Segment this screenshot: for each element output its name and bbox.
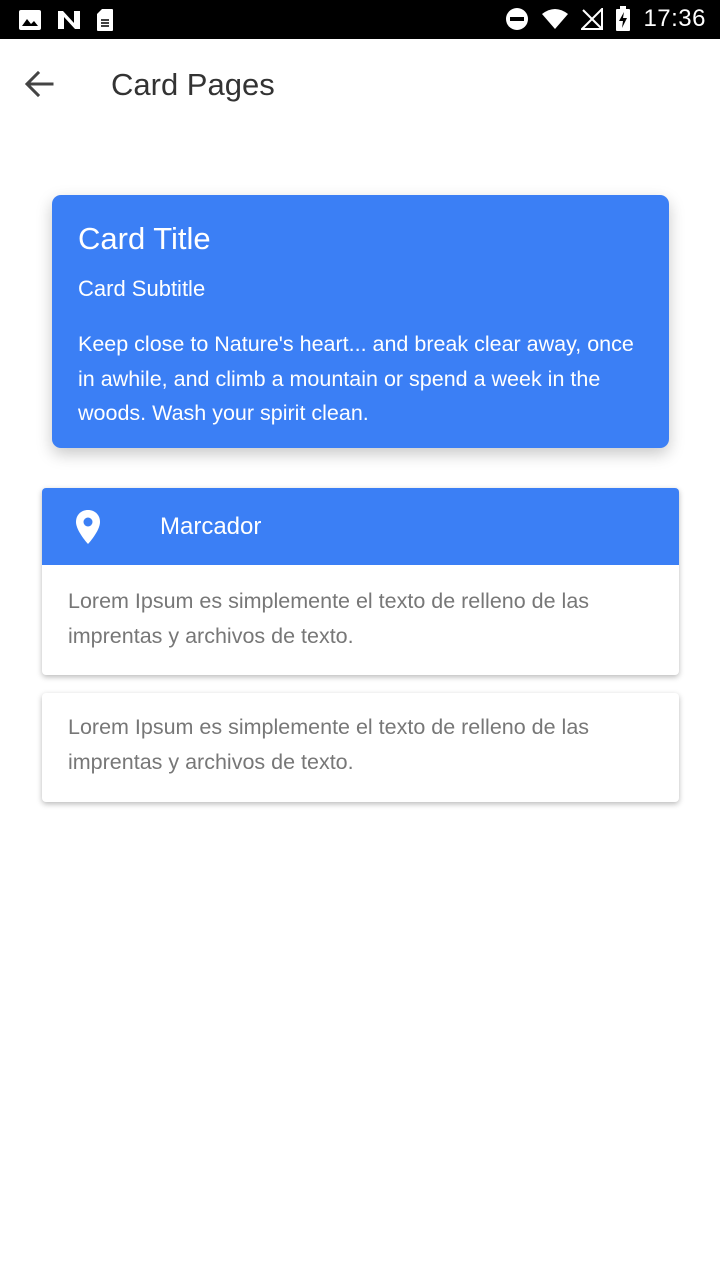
plain-card[interactable]: Lorem Ipsum es simplemente el texto de r… — [42, 693, 679, 802]
location-pin-icon — [76, 510, 100, 544]
card-title: Card Title — [78, 221, 211, 256]
wifi-icon — [542, 9, 569, 29]
n-logo-icon — [58, 11, 80, 29]
do-not-disturb-icon — [506, 8, 529, 30]
image-icon — [19, 10, 41, 30]
status-bar: 17:36 — [0, 0, 720, 39]
status-left-icons — [18, 8, 114, 32]
plain-card-text: Lorem Ipsum es simplemente el texto de r… — [68, 715, 590, 774]
back-button[interactable] — [14, 61, 64, 107]
battery-charging-icon — [616, 6, 631, 31]
card-title-card[interactable]: Card Title Card Subtitle Keep close to N… — [52, 195, 669, 448]
no-signal-icon — [581, 8, 604, 30]
arrow-back-icon — [24, 70, 54, 98]
status-time: 17:36 — [643, 5, 706, 32]
status-right-icons: 17:36 — [505, 5, 706, 32]
card-body-text: Keep close to Nature's heart... and brea… — [78, 332, 634, 425]
page-title: Card Pages — [111, 67, 275, 102]
card-subtitle: Card Subtitle — [78, 276, 206, 301]
sd-card-icon — [97, 9, 113, 31]
marker-card[interactable]: Marcador Lorem Ipsum es simplemente el t… — [42, 488, 679, 675]
marker-card-header: Marcador — [42, 488, 679, 565]
app-bar: Card Pages — [0, 39, 720, 129]
marker-label: Marcador — [160, 513, 262, 540]
marker-card-text: Lorem Ipsum es simplemente el texto de r… — [68, 589, 590, 648]
